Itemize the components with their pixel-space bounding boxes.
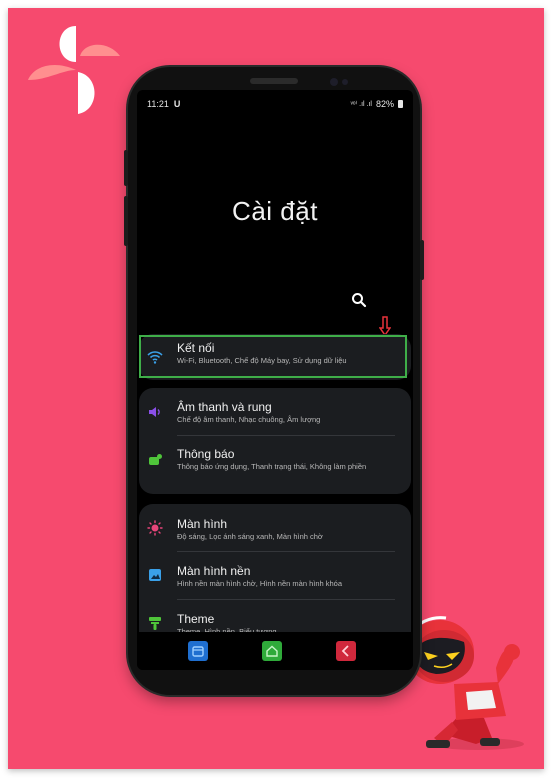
recent-apps-button[interactable] bbox=[188, 641, 208, 661]
settings-item-label: Âm thanh và rung bbox=[177, 400, 272, 414]
settings-item-man-hinh[interactable]: Màn hình Độ sáng, Lọc ánh sáng xanh, Màn… bbox=[139, 504, 411, 550]
volume-button bbox=[124, 150, 128, 186]
settings-item-description: Độ sáng, Lọc ánh sáng xanh, Màn hình chờ bbox=[177, 532, 323, 541]
page-title: Cài đặt bbox=[232, 196, 318, 226]
back-icon bbox=[341, 645, 349, 657]
phone-screen: 11:21 U ᵛᵒ⁾ .ıl .ıl 82% Cài đặt Kết nối … bbox=[137, 90, 413, 670]
wallpaper-icon bbox=[149, 569, 161, 581]
settings-item-description: Thông báo ứng dụng, Thanh trạng thái, Kh… bbox=[177, 462, 367, 471]
home-button[interactable] bbox=[262, 641, 282, 661]
settings-item-label: Màn hình nền bbox=[177, 564, 251, 578]
status-bar: 11:21 U ᵛᵒ⁾ .ıl .ıl 82% bbox=[147, 96, 403, 112]
back-button[interactable] bbox=[336, 641, 356, 661]
front-camera bbox=[330, 78, 338, 86]
settings-card-sound-notifications: Âm thanh và rung Chế độ âm thanh, Nhạc c… bbox=[139, 388, 411, 494]
settings-item-label: Màn hình bbox=[177, 517, 228, 531]
bixby-button bbox=[124, 196, 128, 246]
earpiece-speaker bbox=[250, 78, 298, 84]
notification-icon bbox=[149, 454, 162, 465]
settings-item-man-hinh-nen[interactable]: Màn hình nền Hình nền màn hình chờ, Hình… bbox=[139, 552, 411, 598]
theme-brush-icon bbox=[149, 617, 161, 630]
mascot-illustration bbox=[406, 616, 524, 750]
notification-u-icon: U bbox=[173, 99, 181, 109]
settings-item-thong-bao[interactable]: Thông báo Thông báo ứng dụng, Thanh trạn… bbox=[139, 436, 411, 494]
settings-item-description: Hình nền màn hình chờ, Hình nền màn hình… bbox=[177, 579, 343, 588]
settings-item-label: Theme bbox=[177, 612, 215, 626]
speaker-icon bbox=[149, 407, 160, 417]
brightness-icon bbox=[147, 520, 163, 536]
down-arrow-annotation bbox=[379, 316, 391, 336]
settings-item-am-thanh[interactable]: Âm thanh và rung Chế độ âm thanh, Nhạc c… bbox=[139, 388, 411, 434]
settings-item-description: Chế độ âm thanh, Nhạc chuông, Âm lượng bbox=[177, 415, 321, 424]
sensor bbox=[342, 79, 348, 85]
battery-level: 82% bbox=[375, 99, 394, 109]
power-button bbox=[420, 240, 424, 280]
navigation-bar bbox=[137, 632, 413, 670]
battery-icon bbox=[398, 100, 403, 108]
home-icon bbox=[266, 645, 278, 657]
settings-item-label: Thông báo bbox=[177, 447, 235, 461]
status-time: 11:21 bbox=[147, 99, 169, 109]
highlight-box bbox=[139, 335, 407, 378]
recent-apps-icon bbox=[192, 646, 204, 657]
signal-text: ᵛᵒ⁾ .ıl .ıl bbox=[350, 101, 372, 108]
brand-logo bbox=[28, 26, 120, 114]
search-icon[interactable] bbox=[351, 292, 367, 308]
